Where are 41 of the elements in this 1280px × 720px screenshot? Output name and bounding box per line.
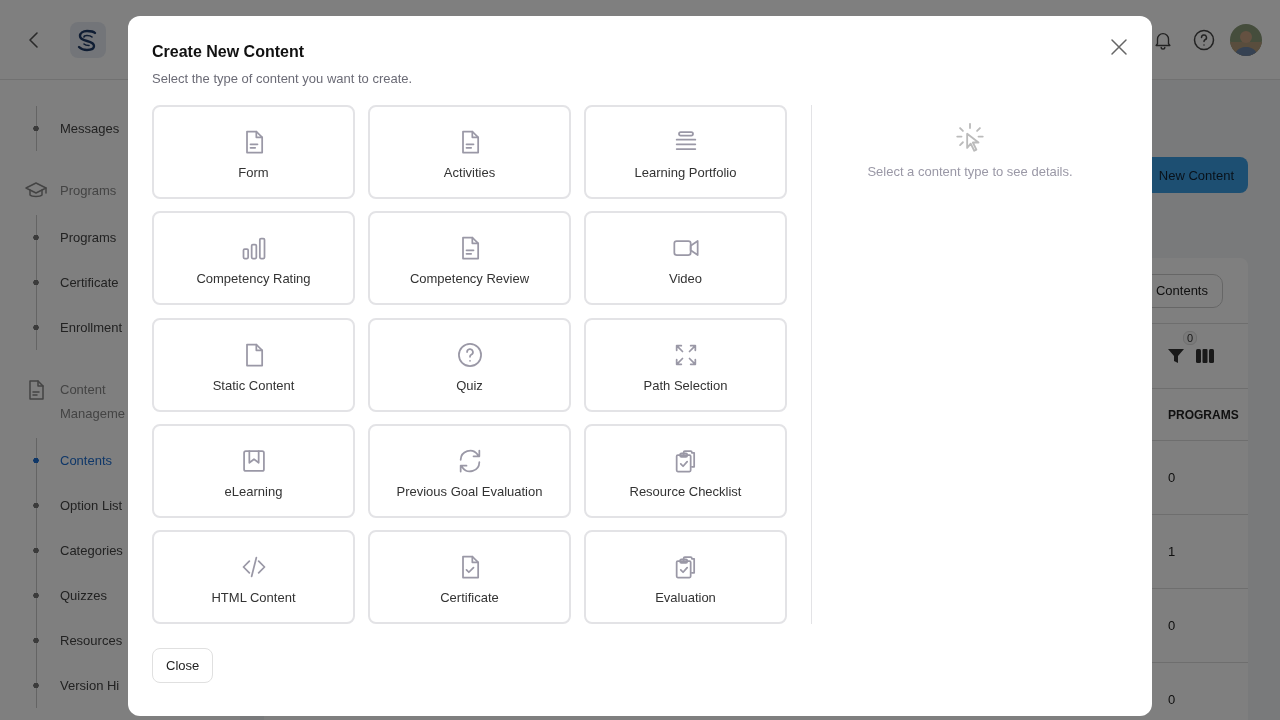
- content-type-option[interactable]: Path Selection: [584, 317, 787, 412]
- content-type-option[interactable]: Certificate: [368, 530, 571, 625]
- table-cell-text: 1: [1168, 544, 1177, 559]
- column-header: PROGRAMS: [1168, 407, 1240, 422]
- question-icon: [455, 340, 484, 369]
- content-type-option[interactable]: eLearning: [152, 423, 355, 518]
- sidebar-item[interactable]: Messages: [60, 121, 120, 136]
- details-hint: Select a content type to see details.: [867, 164, 1073, 179]
- sidebar-item[interactable]: Option List: [60, 498, 123, 513]
- content-type-option[interactable]: Evaluation: [584, 530, 787, 625]
- sidebar-item[interactable]: Programs: [60, 230, 117, 245]
- sidebar-item[interactable]: Version Hi: [60, 678, 120, 693]
- table-cell-text: 0: [1168, 618, 1177, 633]
- columns-icon: [1195, 347, 1215, 365]
- sidebar-item[interactable]: Certificate: [60, 275, 119, 290]
- logo-icon: [70, 21, 106, 58]
- dialog-subtitle: Select the type of content you want to create.: [152, 71, 414, 86]
- close-button[interactable]: Close: [152, 648, 214, 683]
- content-type-option[interactable]: Form: [152, 105, 355, 199]
- content-type-option[interactable]: Static Content: [152, 317, 355, 412]
- table-cell-text: 0: [1168, 470, 1177, 485]
- sidebar-item[interactable]: Quizzes: [60, 588, 107, 603]
- avatar: [1230, 23, 1262, 56]
- help-icon: [1192, 27, 1216, 52]
- content-type-option[interactable]: Previous Goal Evaluation: [368, 423, 571, 518]
- filter-count-badge: 0: [1183, 331, 1198, 345]
- sidebar-item[interactable]: Categories: [60, 543, 123, 558]
- dialog-title: Create New Content: [152, 42, 305, 62]
- table-cell-text: 0: [1168, 692, 1177, 707]
- content-type-option[interactable]: HTML Content: [152, 530, 355, 625]
- sidebar-item[interactable]: Resources: [60, 633, 123, 648]
- content-type-option[interactable]: Resource Checklist: [584, 423, 787, 518]
- sidebar-item[interactable]: Enrollment: [60, 320, 123, 335]
- filter-icon: [1167, 347, 1185, 365]
- content-type-option[interactable]: Learning Portfolio: [584, 105, 787, 199]
- content-type-option[interactable]: Competency Review: [368, 211, 571, 306]
- content-type-option[interactable]: Activities: [368, 105, 571, 199]
- pointer-click-icon: [953, 121, 987, 155]
- content-type-option[interactable]: Quiz: [368, 317, 571, 412]
- content-type-option[interactable]: Video: [584, 211, 787, 306]
- content-type-option[interactable]: Competency Rating: [152, 211, 355, 306]
